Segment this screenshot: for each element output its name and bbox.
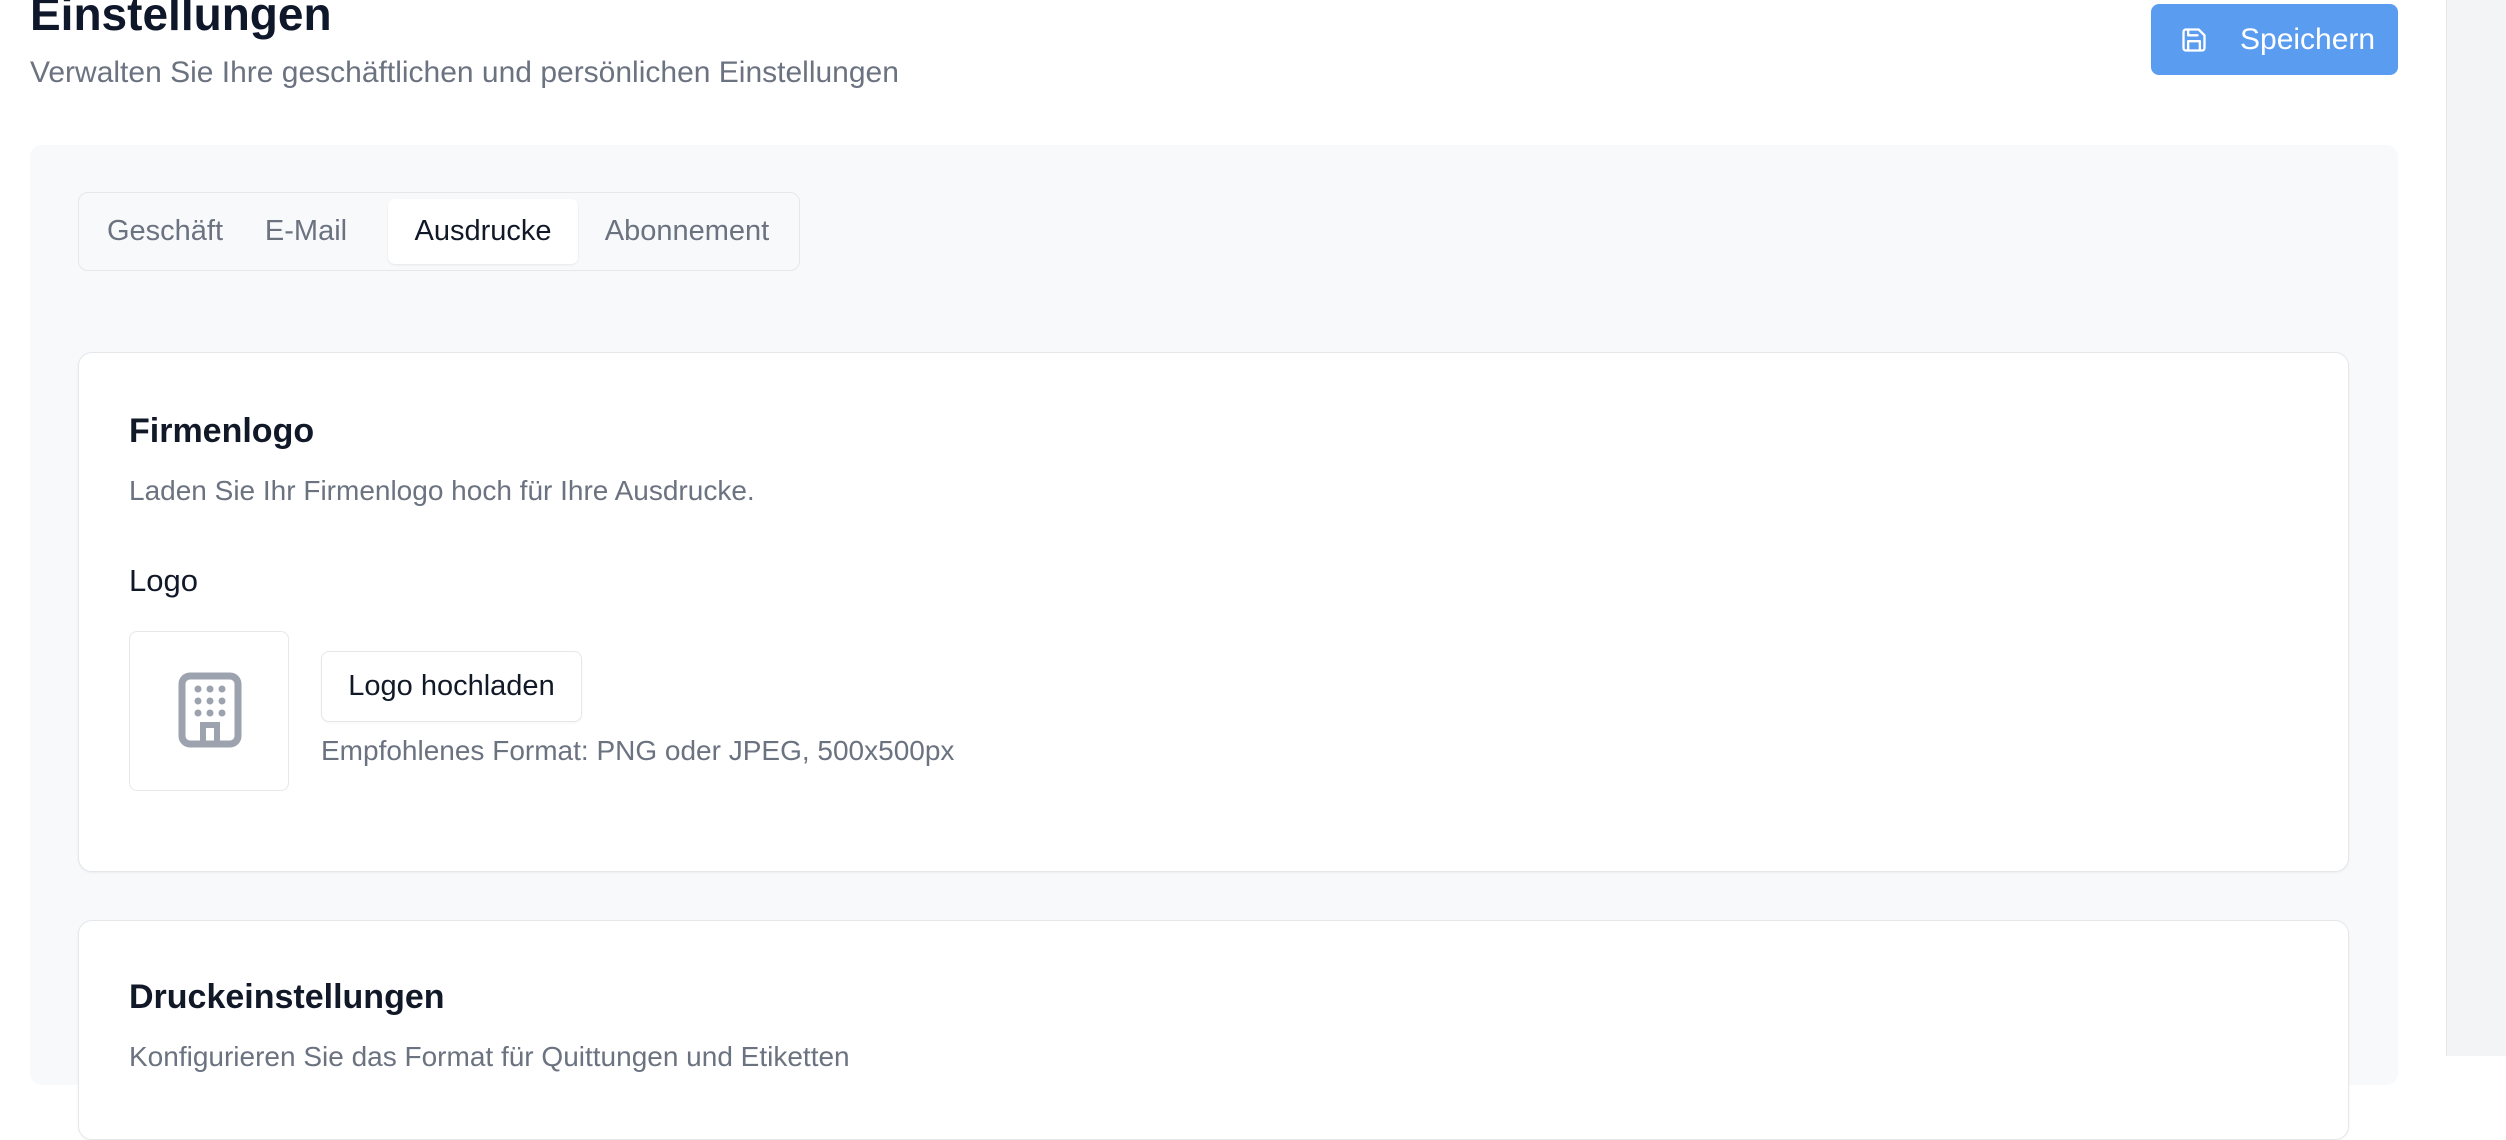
save-button[interactable]: Speichern <box>2151 4 2398 75</box>
upload-logo-button[interactable]: Logo hochladen <box>321 651 582 722</box>
page-title: Einstellungen <box>30 0 332 40</box>
print-settings-title: Druckeinstellungen <box>129 978 445 1016</box>
building-icon <box>178 672 242 748</box>
tab-abonnement[interactable]: Abonnement <box>582 199 792 264</box>
save-icon <box>2182 28 2206 52</box>
company-logo-card: Firmenlogo Laden Sie Ihr Firmenlogo hoch… <box>78 352 2349 872</box>
logo-preview <box>129 631 289 791</box>
print-settings-description: Konfigurieren Sie das Format für Quittun… <box>129 1041 850 1072</box>
settings-tabs: Geschäft E-Mail Ausdrucke Abonnement <box>78 192 800 271</box>
page-subtitle: Verwalten Sie Ihre geschäftlichen und pe… <box>30 56 899 89</box>
tab-ausdrucke[interactable]: Ausdrucke <box>388 199 578 264</box>
right-rail <box>2446 0 2506 1056</box>
logo-field-label: Logo <box>129 563 198 598</box>
settings-page: Einstellungen Verwalten Sie Ihre geschäf… <box>0 0 2446 1140</box>
print-settings-card: Druckeinstellungen Konfigurieren Sie das… <box>78 920 2349 1140</box>
logo-format-hint: Empfohlenes Format: PNG oder JPEG, 500x5… <box>321 735 955 766</box>
tab-email[interactable]: E-Mail <box>243 199 369 264</box>
company-logo-description: Laden Sie Ihr Firmenlogo hoch für Ihre A… <box>129 475 755 506</box>
company-logo-title: Firmenlogo <box>129 412 315 450</box>
tab-geschaeft[interactable]: Geschäft <box>95 199 235 264</box>
save-button-label: Speichern <box>2240 23 2376 56</box>
